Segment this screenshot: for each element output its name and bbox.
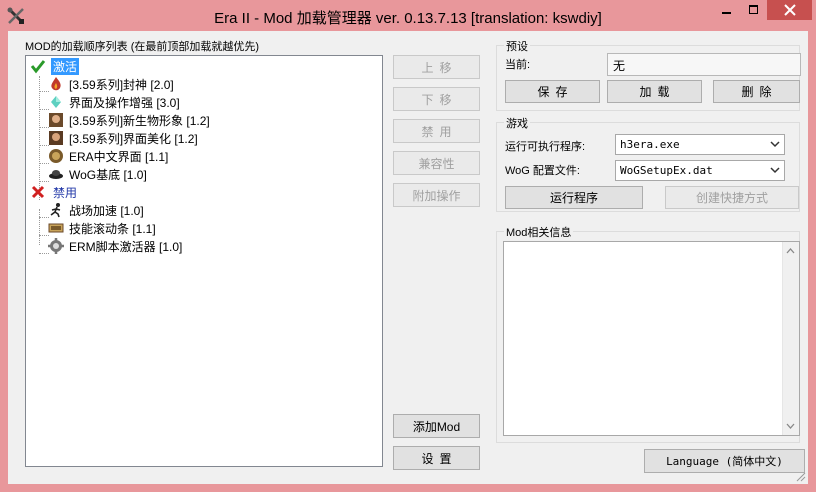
group-active[interactable]: 激活: [30, 57, 80, 75]
exe-label: 运行可执行程序:: [505, 141, 586, 153]
preset-group-title: 预设: [504, 38, 530, 54]
mod-item-label: 技能滚动条 [1.1]: [69, 221, 156, 236]
compatibility-button[interactable]: 兼容性: [393, 151, 480, 175]
wog-select-value: WoGSetupEx.dat: [620, 164, 713, 177]
mod-item-label: WoG基底 [1.0]: [69, 167, 147, 182]
portrait-icon: [48, 130, 64, 146]
info-scrollbar[interactable]: [782, 242, 799, 435]
mod-item-label: 界面及操作增强 [3.0]: [69, 95, 180, 110]
app-window: Era II - Mod 加载管理器 ver. 0.13.7.13 [trans…: [0, 0, 816, 492]
mod-tree[interactable]: 激活 [3.59系列]封神 [2.0] 界面及操作增强 [3.0] [3.59系…: [25, 55, 383, 467]
run-game-button[interactable]: 运行程序: [505, 186, 643, 209]
portrait-icon: [48, 112, 64, 128]
scroll-up-icon[interactable]: [783, 244, 798, 258]
extra-actions-button[interactable]: 附加操作: [393, 183, 480, 207]
coin-icon: [48, 148, 64, 164]
list-item[interactable]: [3.59系列]封神 [2.0]: [48, 75, 174, 93]
chevron-down-icon: [770, 167, 780, 174]
wog-select[interactable]: WoGSetupEx.dat: [615, 160, 785, 181]
minimize-button[interactable]: [713, 0, 741, 20]
list-item[interactable]: [3.59系列]界面美化 [1.2]: [48, 129, 198, 147]
crystal-icon: [48, 94, 64, 110]
window-title: Era II - Mod 加载管理器 ver. 0.13.7.13 [trans…: [214, 10, 602, 27]
group-disabled[interactable]: 禁用: [30, 183, 79, 201]
minimize-icon: [722, 12, 731, 14]
move-up-button[interactable]: 上移: [393, 55, 480, 79]
list-item[interactable]: 技能滚动条 [1.1]: [48, 219, 156, 237]
chevron-down-icon: [770, 141, 780, 148]
runner-icon: [48, 202, 64, 218]
mod-item-label: ERM脚本激活器 [1.0]: [69, 239, 183, 254]
close-icon: [783, 4, 796, 16]
disable-button[interactable]: 禁用: [393, 119, 480, 143]
settings-button[interactable]: 设置: [393, 446, 480, 470]
mod-list-label: MOD的加载顺序列表 (在最前顶部加载就越优先): [25, 41, 260, 53]
current-preset-field[interactable]: 无: [607, 53, 801, 76]
info-group-title: Mod相关信息: [504, 224, 574, 240]
group-active-label: 激活: [51, 57, 80, 75]
language-button[interactable]: Language (简体中文): [644, 449, 805, 473]
mod-item-label: [3.59系列]封神 [2.0]: [69, 77, 174, 92]
game-group-title: 游戏: [504, 115, 530, 131]
title-bar[interactable]: Era II - Mod 加载管理器 ver. 0.13.7.13 [trans…: [0, 0, 816, 32]
maximize-icon: [749, 5, 758, 14]
maximize-button[interactable]: [741, 0, 767, 20]
move-down-button[interactable]: 下移: [393, 87, 480, 111]
list-item[interactable]: ERA中文界面 [1.1]: [48, 147, 168, 165]
client-area: MOD的加载顺序列表 (在最前顶部加载就越优先) 激活 [3.59系列]封神 […: [8, 31, 808, 484]
current-preset-label: 当前:: [505, 59, 531, 71]
save-preset-button[interactable]: 保存: [505, 80, 600, 103]
close-button[interactable]: [767, 0, 812, 20]
hat-icon: [48, 166, 64, 182]
exe-select[interactable]: h3era.exe: [615, 134, 785, 155]
mod-item-label: 战场加速 [1.0]: [69, 203, 144, 218]
resize-grip-icon[interactable]: [796, 472, 806, 482]
delete-preset-button[interactable]: 删除: [713, 80, 800, 103]
create-shortcut-button[interactable]: 创建快捷方式: [665, 186, 799, 209]
mod-item-label: [3.59系列]新生物形象 [1.2]: [69, 113, 210, 128]
checkmark-icon: [30, 58, 46, 74]
mod-item-label: [3.59系列]界面美化 [1.2]: [69, 131, 198, 146]
gear-icon: [48, 238, 64, 254]
add-mod-button[interactable]: 添加Mod: [393, 414, 480, 438]
scroll-icon: [48, 220, 64, 236]
flame-icon: [48, 76, 64, 92]
group-disabled-label: 禁用: [53, 185, 78, 200]
list-item[interactable]: 界面及操作增强 [3.0]: [48, 93, 180, 111]
list-item[interactable]: [3.59系列]新生物形象 [1.2]: [48, 111, 210, 129]
list-item[interactable]: ERM脚本激活器 [1.0]: [48, 237, 182, 255]
list-item[interactable]: WoG基底 [1.0]: [48, 165, 147, 183]
list-item[interactable]: 战场加速 [1.0]: [48, 201, 144, 219]
scroll-down-icon[interactable]: [783, 419, 798, 433]
mod-item-label: ERA中文界面 [1.1]: [69, 149, 169, 164]
mod-info-text[interactable]: [503, 241, 800, 436]
exe-select-value: h3era.exe: [620, 138, 680, 151]
cross-icon: [30, 184, 46, 200]
load-preset-button[interactable]: 加载: [607, 80, 702, 103]
wog-label: WoG 配置文件:: [505, 165, 580, 177]
